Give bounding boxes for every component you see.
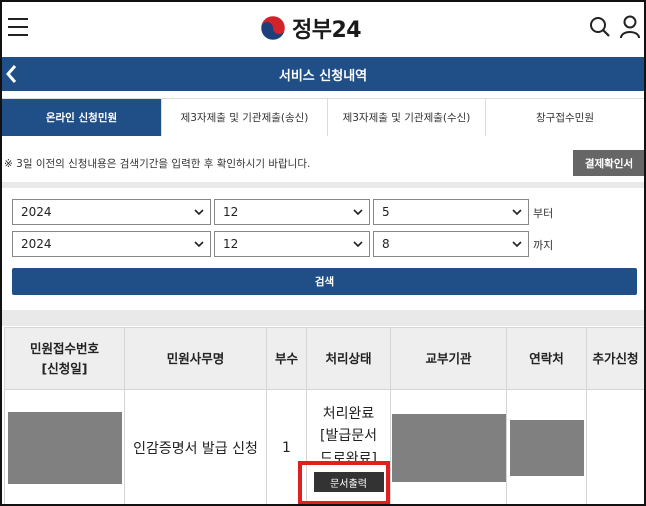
chevron-down-icon [512, 209, 522, 216]
redacted-block [391, 413, 506, 482]
table-row: 인감증명서 발급 신청 1 처리완료 [발급문서 드로완료] 문서출력 [4, 389, 644, 504]
search-notice: ※ 3일 이전의 신청내용은 검색기간을 입력한 후 확인하시기 바랍니다. [4, 158, 311, 170]
divider [2, 310, 644, 326]
status-text: 처리완료 [발급문서 드로완료] [320, 405, 377, 467]
page-title-bar: 서비스 신청내역 [2, 57, 644, 91]
to-suffix-label: 까지 [533, 239, 554, 252]
logo-text: 정부24 [292, 18, 362, 43]
search-icon[interactable] [589, 16, 611, 38]
cell-service-name: 인감증명서 발급 신청 [124, 389, 267, 504]
col-status: 처리상태 [306, 327, 391, 390]
col-issuing-agency: 교부기관 [390, 327, 507, 390]
user-icon[interactable] [619, 15, 641, 39]
cell-receipt-number [4, 389, 125, 504]
page-title: 서비스 신청내역 [278, 69, 368, 84]
cell-contact [506, 389, 587, 504]
application-table: 민원접수번호 [신청일] 민원사무명 부수 처리상태 교부기관 연락처 추가신청… [4, 327, 644, 504]
print-document-button[interactable]: 문서출력 [313, 472, 384, 493]
to-month-select[interactable]: 12 [214, 231, 370, 257]
chevron-down-icon [512, 241, 522, 248]
hamburger-menu-icon[interactable] [8, 18, 28, 36]
cell-issuing-agency [390, 389, 507, 504]
redacted-block [509, 419, 584, 476]
chevron-down-icon [353, 209, 363, 216]
from-day-select[interactable]: 5 [373, 199, 529, 225]
from-month-select[interactable]: 12 [214, 199, 370, 225]
tab-bar: 온라인 신청민원 제3자제출 및 기관제출(송신) 제3자제출 및 기관제출(수… [2, 98, 644, 136]
col-service-name: 민원사무명 [124, 327, 267, 390]
top-header: 정부24 [2, 2, 644, 54]
col-additional: 추가신청 [586, 327, 644, 390]
chevron-down-icon [353, 241, 363, 248]
col-receipt-number: 민원접수번호 [신청일] [4, 327, 125, 390]
cell-status: 처리완료 [발급문서 드로완료] 문서출력 [306, 389, 391, 504]
government-emblem-icon [260, 15, 286, 41]
app-frame: 정부24 서비스 신청내역 온라인 신청민원 제3자제출 및 기관제출(송신) … [0, 0, 646, 506]
to-day-select[interactable]: 8 [373, 231, 529, 257]
tab-counter-application[interactable]: 창구접수민원 [486, 99, 644, 136]
chevron-down-icon [194, 241, 204, 248]
tab-third-party-received[interactable]: 제3자제출 및 기관제출(수신) [328, 99, 486, 136]
to-year-select[interactable]: 2024 [12, 231, 211, 257]
payment-confirmation-button[interactable]: 결제확인서 [573, 150, 644, 176]
divider [2, 182, 644, 188]
cell-additional [586, 389, 644, 504]
search-button[interactable]: 검색 [12, 268, 637, 295]
tab-online-application[interactable]: 온라인 신청민원 [2, 99, 162, 136]
cell-copies: 1 [266, 389, 307, 504]
from-suffix-label: 부터 [533, 207, 554, 220]
site-logo[interactable]: 정부24 [260, 12, 362, 44]
tab-third-party-sent[interactable]: 제3자제출 및 기관제출(송신) [162, 99, 328, 136]
table-header-row: 민원접수번호 [신청일] 민원사무명 부수 처리상태 교부기관 연락처 추가신청 [4, 327, 644, 390]
col-contact: 연락처 [506, 327, 587, 390]
col-copies: 부수 [266, 327, 307, 390]
chevron-down-icon [194, 209, 204, 216]
redacted-block [7, 411, 122, 484]
from-year-select[interactable]: 2024 [12, 199, 211, 225]
